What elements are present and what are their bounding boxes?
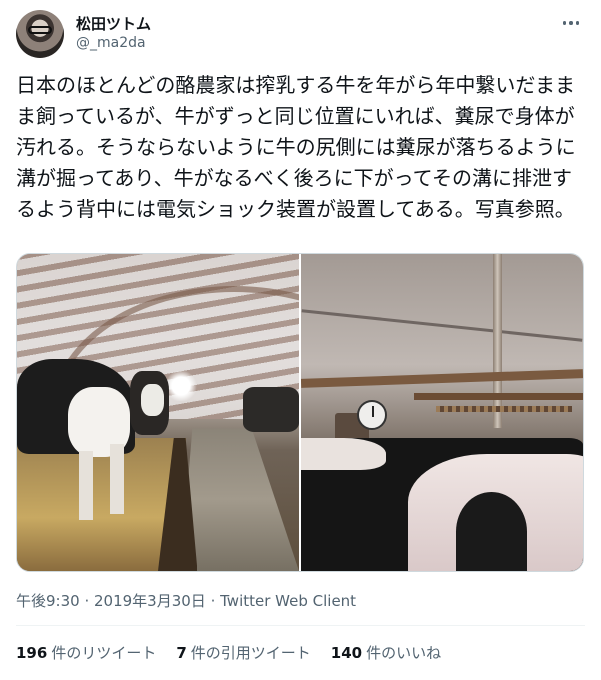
likes-stat[interactable]: 140 件のいいね xyxy=(331,642,441,663)
meta-separator: · xyxy=(79,592,94,610)
quotes-count: 7 xyxy=(176,644,187,662)
avatar[interactable] xyxy=(16,10,64,58)
photo-cow-back-shocker[interactable] xyxy=(301,254,583,571)
photo-barn-interior[interactable] xyxy=(17,254,299,571)
quotes-label: 件の引用ツイート xyxy=(190,644,311,662)
retweets-label: 件のリツイート xyxy=(51,644,157,662)
meta-separator: · xyxy=(205,592,221,610)
more-dots-icon[interactable] xyxy=(557,12,585,34)
likes-label: 件のいいね xyxy=(366,644,442,662)
divider xyxy=(16,625,585,626)
tweet-time[interactable]: 午後9:30 xyxy=(16,592,80,610)
retweets-stat[interactable]: 196 件のリツイート xyxy=(16,642,156,663)
display-name[interactable]: 松田ツトム xyxy=(76,13,151,34)
tweet-stats: 196 件のリツイート 7 件の引用ツイート 140 件のいいね xyxy=(16,642,441,663)
user-handle[interactable]: @_ma2da xyxy=(76,35,146,51)
tweet-client[interactable]: Twitter Web Client xyxy=(220,592,356,610)
retweets-count: 196 xyxy=(16,644,48,662)
tweet-date[interactable]: 2019年3月30日 xyxy=(94,592,206,610)
likes-count: 140 xyxy=(330,644,363,662)
tweet: 松田ツトム @_ma2da 日本のほとんどの酪農家は搾乳する牛を年がら年中繋いだ… xyxy=(0,0,601,680)
tweet-meta: 午後9:30 · 2019年3月30日 · Twitter Web Client xyxy=(16,590,356,611)
tweet-header: 松田ツトム @_ma2da xyxy=(16,10,585,58)
avatar-glasses xyxy=(28,26,52,34)
tweet-media xyxy=(16,253,584,572)
tweet-text: 日本のほとんどの酪農家は搾乳する牛を年がら年中繋いだままま飼っているが、牛がずっ… xyxy=(16,73,576,221)
quotes-stat[interactable]: 7 件の引用ツイート xyxy=(176,642,310,663)
